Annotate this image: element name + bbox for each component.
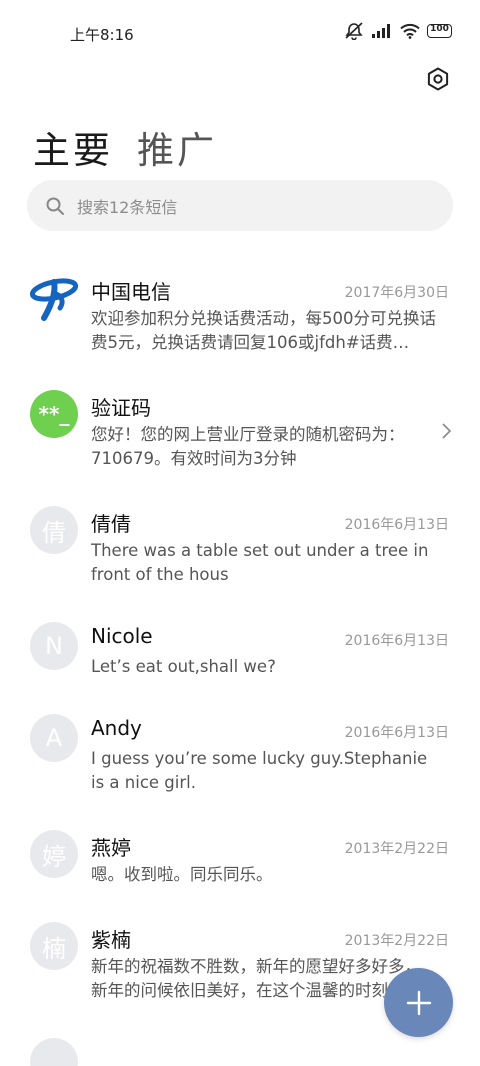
conversation-date: 2013年2月22日 bbox=[344, 841, 449, 857]
search-input[interactable]: 搜索12条短信 bbox=[77, 194, 177, 218]
contact-avatar bbox=[30, 1038, 78, 1066]
status-bar: 上午8:16 100 bbox=[0, 0, 480, 66]
silent-icon bbox=[344, 22, 364, 40]
conversation-name: 紫楠 bbox=[91, 928, 131, 952]
conversation-name: Nicole bbox=[91, 624, 153, 648]
conversation-name: Andy bbox=[91, 716, 142, 740]
conversation-item[interactable]: N Nicole 2016年6月13日 Let’s eat out,shall … bbox=[0, 600, 480, 692]
settings-icon bbox=[427, 67, 449, 91]
contact-avatar: 婷 bbox=[30, 830, 78, 878]
battery-icon: 100 bbox=[427, 24, 452, 38]
tab-bar: 主要 推广 bbox=[33, 120, 217, 174]
conversation-name: 燕婷 bbox=[91, 836, 131, 860]
conversation-preview: Let’s eat out,shall we? bbox=[91, 657, 276, 676]
conversation-preview: 欢迎参加积分兑换话费活动，每500分可兑换话费5元，兑换话费请回复106或jfd… bbox=[91, 309, 436, 352]
conversation-item[interactable]: **_ 验证码 您好！您的网上营业厅登录的随机密码为：710679。有效时间为3… bbox=[0, 368, 480, 484]
contact-avatar: A bbox=[30, 714, 78, 762]
chevron-right-icon bbox=[442, 423, 452, 439]
tab-main[interactable]: 主要 bbox=[33, 120, 113, 174]
conversation-date: 2016年6月13日 bbox=[344, 517, 449, 533]
contact-avatar: 楠 bbox=[30, 922, 78, 970]
plus-icon bbox=[406, 990, 431, 1015]
conversation-preview: I guess you’re some lucky guy.Stephanie … bbox=[91, 749, 428, 792]
conversation-name: 倩倩 bbox=[91, 512, 131, 536]
settings-button[interactable] bbox=[426, 67, 450, 91]
conversation-preview: 嗯。收到啦。同乐同乐。 bbox=[91, 865, 273, 884]
conversation-item[interactable]: 婷 燕婷 2013年2月22日 嗯。收到啦。同乐同乐。 bbox=[0, 808, 480, 900]
verification-code-avatar: **_ bbox=[30, 390, 78, 438]
conversation-name: 中国电信 bbox=[91, 280, 171, 304]
new-message-button[interactable] bbox=[384, 968, 453, 1037]
contact-avatar: 倩 bbox=[30, 506, 78, 554]
battery-level: 100 bbox=[430, 24, 449, 34]
signal-icon bbox=[371, 23, 393, 39]
china-telecom-logo-icon bbox=[30, 274, 78, 322]
wifi-icon bbox=[400, 23, 420, 39]
status-time: 上午8:16 bbox=[70, 26, 134, 44]
conversation-preview: 您好！您的网上营业厅登录的随机密码为：710679。有效时间为3分钟 bbox=[91, 425, 405, 468]
conversation-date: 2016年6月13日 bbox=[344, 633, 449, 649]
conversation-date: 2013年2月22日 bbox=[344, 933, 449, 949]
tab-promotions[interactable]: 推广 bbox=[137, 120, 217, 174]
conversation-item[interactable]: 中国电信 2017年6月30日 欢迎参加积分兑换话费活动，每500分可兑换话费5… bbox=[0, 258, 480, 368]
conversation-preview: 新年的祝福数不胜数，新年的愿望好多好多，新年的问候依旧美好，在这个温馨的时刻 bbox=[91, 957, 421, 1000]
conversation-preview: There was a table set out under a tree i… bbox=[91, 541, 429, 584]
conversation-name: 验证码 bbox=[91, 396, 151, 420]
conversation-date: 2016年6月13日 bbox=[344, 725, 449, 741]
conversation-item[interactable]: A Andy 2016年6月13日 I guess you’re some lu… bbox=[0, 692, 480, 808]
conversation-item[interactable]: 倩 倩倩 2016年6月13日 There was a table set ou… bbox=[0, 484, 480, 600]
contact-avatar: N bbox=[30, 622, 78, 670]
conversation-date: 2017年6月30日 bbox=[344, 285, 449, 301]
search-icon bbox=[46, 197, 64, 215]
search-bar[interactable]: 搜索12条短信 bbox=[27, 180, 453, 231]
status-icons: 100 bbox=[344, 22, 452, 40]
